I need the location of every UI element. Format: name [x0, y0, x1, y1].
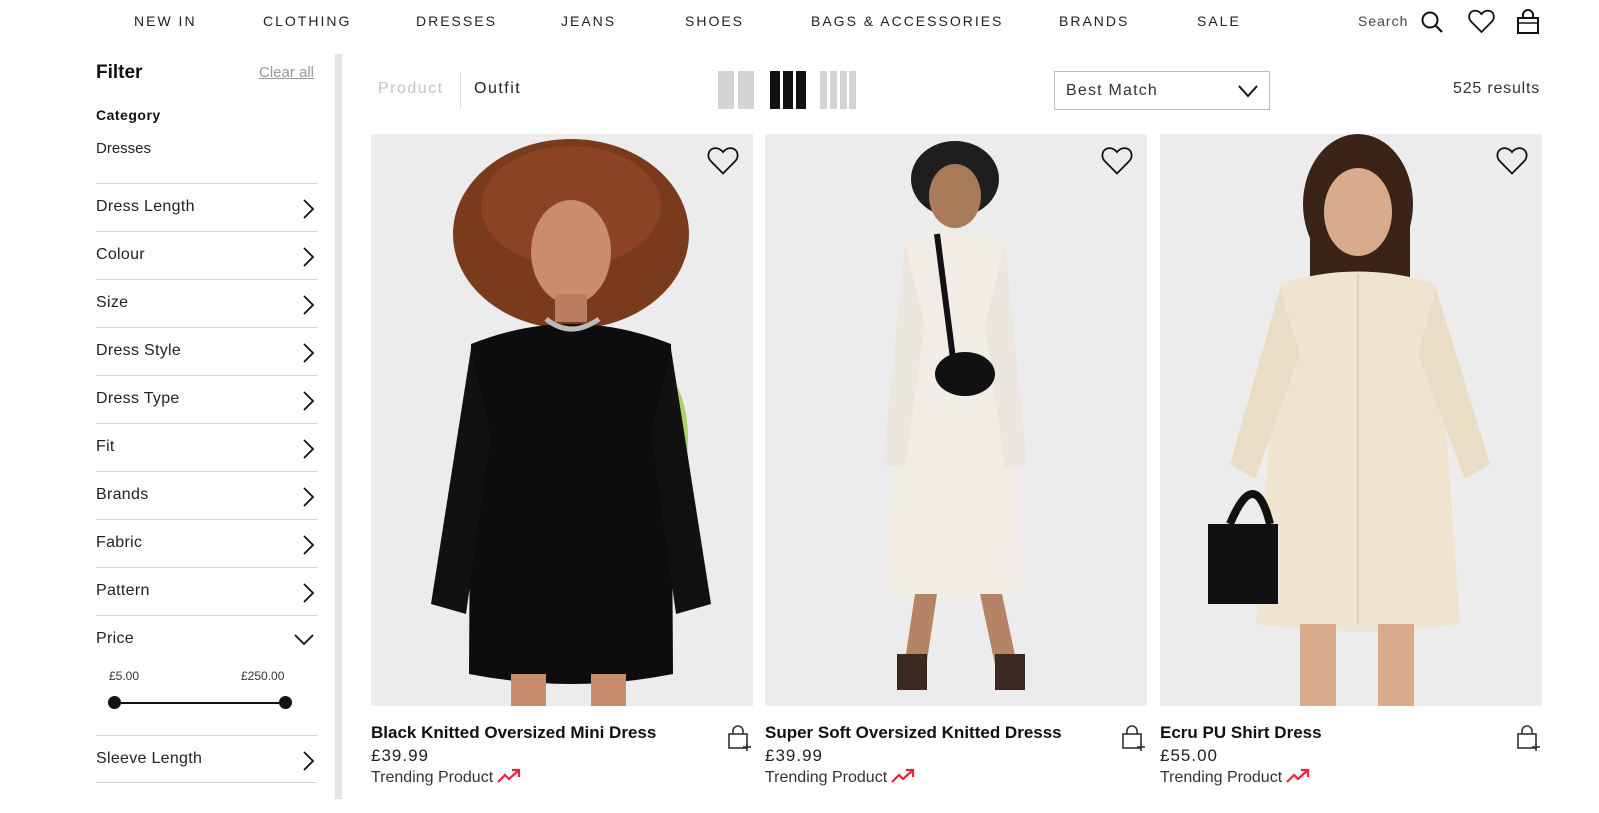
nav-shoes[interactable]: SHOES	[685, 13, 744, 29]
chevron-down-icon	[1237, 83, 1259, 104]
add-to-bag-icon[interactable]	[727, 724, 753, 757]
product-image[interactable]	[765, 134, 1147, 706]
nav-sale[interactable]: SALE	[1197, 13, 1241, 29]
facet-label: Dress Style	[96, 342, 182, 359]
filter-title: Filter	[96, 62, 143, 83]
grid-3-column-icon[interactable]	[770, 71, 806, 109]
product-name[interactable]: Super Soft Oversized Knitted Dresss	[765, 723, 1062, 743]
price-range-slider: £5.00 £250.00	[96, 663, 317, 735]
sidebar-divider	[335, 54, 342, 799]
chevron-right-icon	[301, 294, 315, 321]
chevron-right-icon	[301, 246, 315, 273]
slider-min-handle[interactable]	[108, 696, 121, 709]
product-price: £39.99	[765, 746, 823, 765]
results-count: 525 results	[1453, 80, 1541, 97]
product-image[interactable]	[1160, 134, 1542, 706]
facet-dress-style[interactable]: Dress Style	[96, 327, 317, 375]
facet-size[interactable]: Size	[96, 279, 317, 327]
product-price: £39.99	[371, 746, 429, 765]
add-to-bag-icon[interactable]	[1121, 724, 1147, 757]
chevron-right-icon	[301, 198, 315, 225]
product-card[interactable]: Black Knitted Oversized Mini Dress £39.9…	[371, 134, 753, 804]
trending-text: Trending Product	[371, 769, 494, 786]
facet-label: Price	[96, 630, 134, 647]
chevron-right-icon	[301, 750, 315, 777]
wishlist-heart-icon[interactable]	[1496, 146, 1528, 181]
chevron-right-icon	[301, 342, 315, 369]
facet-label: Fabric	[96, 534, 143, 551]
chevron-right-icon	[301, 390, 315, 417]
product-price: £55.00	[1160, 746, 1218, 765]
facet-label: Size	[96, 294, 129, 311]
facet-sleeve-length[interactable]: Sleeve Length	[96, 735, 317, 783]
category-value[interactable]: Dresses	[96, 140, 151, 157]
add-to-bag-icon[interactable]	[1516, 724, 1542, 757]
facet-colour[interactable]: Colour	[96, 231, 317, 279]
facet-dress-type[interactable]: Dress Type	[96, 375, 317, 423]
clear-all-link[interactable]: Clear all	[259, 64, 314, 81]
trending-arrow-icon	[497, 768, 521, 789]
nav-dresses[interactable]: DRESSES	[416, 13, 497, 29]
product-name[interactable]: Ecru PU Shirt Dress	[1160, 723, 1322, 743]
trending-arrow-icon	[891, 768, 915, 789]
price-min-label: £5.00	[109, 669, 140, 683]
grid-2-column-icon[interactable]	[718, 71, 754, 109]
wishlist-heart-icon[interactable]	[707, 146, 739, 181]
facet-label: Fit	[96, 438, 115, 455]
chevron-right-icon	[301, 438, 315, 465]
facet-price[interactable]: Price	[96, 615, 317, 663]
slider-track[interactable]	[114, 702, 286, 704]
search-icon[interactable]	[1420, 10, 1444, 39]
slider-max-handle[interactable]	[279, 696, 292, 709]
top-navigation: NEW IN CLOTHING DRESSES JEANS SHOES BAGS…	[0, 0, 1599, 44]
chevron-right-icon	[301, 582, 315, 609]
trending-text: Trending Product	[765, 769, 888, 786]
facet-label: Dress Length	[96, 198, 195, 215]
product-image[interactable]	[371, 134, 753, 706]
sort-dropdown[interactable]: Best Match	[1054, 71, 1270, 110]
facet-label: Brands	[96, 486, 149, 503]
price-max-label: £250.00	[241, 669, 285, 683]
product-card[interactable]: Ecru PU Shirt Dress £55.00 Trending Prod…	[1160, 134, 1542, 804]
shopping-bag-icon[interactable]	[1516, 9, 1540, 40]
nav-brands[interactable]: BRANDS	[1059, 13, 1129, 29]
facet-pattern[interactable]: Pattern	[96, 567, 317, 615]
trending-label: Trending Product	[765, 768, 915, 789]
grid-4-column-icon[interactable]	[820, 71, 856, 109]
category-heading: Category	[96, 107, 161, 123]
tab-outfit[interactable]: Outfit	[474, 80, 521, 98]
search-label[interactable]: Search	[1358, 13, 1408, 29]
trending-text: Trending Product	[1160, 769, 1283, 786]
tab-product[interactable]: Product	[378, 80, 444, 98]
chevron-down-icon	[293, 632, 315, 651]
facet-label: Sleeve Length	[96, 750, 203, 767]
nav-new-in[interactable]: NEW IN	[134, 13, 197, 29]
facet-label: Colour	[96, 246, 145, 263]
nav-jeans[interactable]: JEANS	[561, 13, 616, 29]
sort-value: Best Match	[1066, 82, 1159, 99]
facet-label: Pattern	[96, 582, 150, 599]
wishlist-heart-icon[interactable]	[1101, 146, 1133, 181]
wishlist-heart-icon[interactable]	[1468, 9, 1495, 39]
facet-fit[interactable]: Fit	[96, 423, 317, 471]
facet-label: Dress Type	[96, 390, 180, 407]
chevron-right-icon	[301, 486, 315, 513]
tab-separator	[460, 72, 461, 108]
facet-dress-length[interactable]: Dress Length	[96, 183, 317, 231]
nav-clothing[interactable]: CLOTHING	[263, 13, 351, 29]
trending-arrow-icon	[1286, 768, 1310, 789]
chevron-right-icon	[301, 534, 315, 561]
nav-bags-accessories[interactable]: BAGS & ACCESSORIES	[811, 13, 1003, 29]
facet-brands[interactable]: Brands	[96, 471, 317, 519]
product-card[interactable]: Super Soft Oversized Knitted Dresss £39.…	[765, 134, 1147, 804]
trending-label: Trending Product	[371, 768, 521, 789]
trending-label: Trending Product	[1160, 768, 1310, 789]
product-name[interactable]: Black Knitted Oversized Mini Dress	[371, 723, 656, 743]
facet-fabric[interactable]: Fabric	[96, 519, 317, 567]
